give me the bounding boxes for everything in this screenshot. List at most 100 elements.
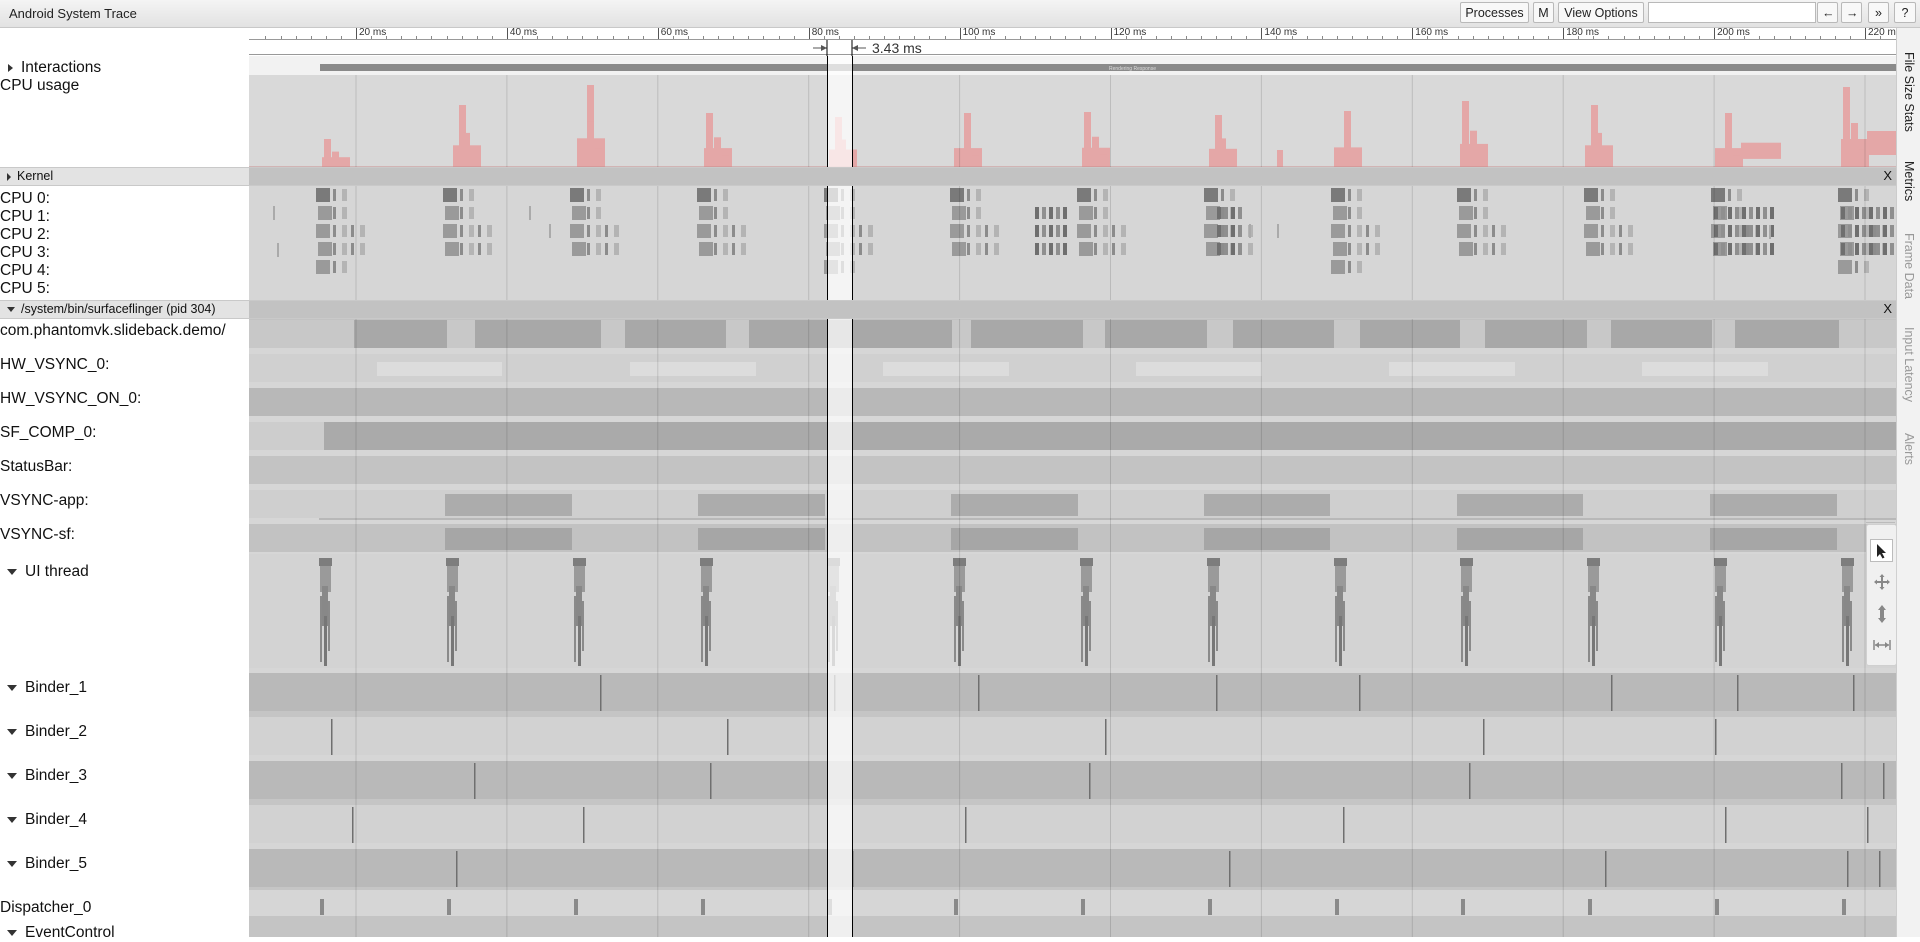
tab-frame-data[interactable]: Frame Data — [1902, 233, 1916, 299]
vsync-app-track-slice — [698, 494, 825, 516]
cpu-slice — [360, 243, 365, 255]
cpu-usage-bar — [587, 121, 594, 167]
ui-thread-header[interactable]: UI thread — [7, 563, 89, 581]
cpu-slice — [1474, 243, 1477, 255]
cpu-slice — [1890, 225, 1894, 237]
cpu-slice — [1063, 225, 1067, 237]
binder-slice — [965, 807, 967, 843]
tab-metrics[interactable]: Metrics — [1902, 161, 1916, 201]
cpu-slice — [1248, 243, 1253, 255]
cpu-slice — [1331, 188, 1345, 202]
slideback-track-gap — [601, 320, 625, 348]
cpu-slice — [1348, 225, 1351, 237]
tab-alerts[interactable]: Alerts — [1902, 433, 1916, 465]
cpu-slice — [1224, 243, 1228, 255]
ui-thread-slice — [1089, 601, 1091, 651]
cpu-slice — [1056, 225, 1060, 237]
cpu-slice — [1883, 243, 1887, 255]
track-label-vsync-sf: VSYNC-sf: — [0, 526, 75, 543]
interactions-track-header[interactable]: Interactions — [8, 59, 101, 77]
binder-slice — [978, 675, 980, 711]
event-control-header[interactable]: EventControl — [7, 924, 115, 942]
hw-vsync-track-slice — [1136, 362, 1262, 376]
view-options-button[interactable]: View Options — [1558, 2, 1644, 23]
event-control-label: EventControl — [25, 924, 115, 941]
cpu-slice — [1742, 243, 1746, 255]
slideback-track-gap — [1334, 320, 1360, 348]
cpu-slice — [333, 189, 336, 201]
ui-thread-slice — [1207, 558, 1220, 566]
ui-thread-slice — [319, 558, 332, 566]
binder-slice — [1343, 807, 1345, 843]
cpu-slice — [1855, 243, 1859, 255]
cpu-slice — [1628, 243, 1633, 255]
metadata-button[interactable]: M — [1533, 2, 1554, 23]
cpu-slice — [316, 260, 330, 274]
binder-4-header[interactable]: Binder_4 — [7, 811, 87, 829]
vsync-app-track-slice — [1204, 494, 1330, 516]
cpu-slice — [333, 243, 336, 255]
cpu-slice — [1483, 207, 1488, 219]
timeline-tracks[interactable]: Rendering Response — [249, 56, 1896, 937]
ui-thread-slice — [1596, 601, 1598, 651]
ui-thread-slice — [962, 601, 964, 651]
cpu-slice — [1077, 188, 1091, 202]
cpu-usage-bar — [1478, 152, 1485, 167]
cpu-slice — [1848, 243, 1852, 255]
cpu-slice — [1584, 188, 1598, 202]
ui-thread-slice — [1461, 596, 1463, 662]
binder-track-separator — [249, 887, 1896, 890]
kernel-close-button[interactable]: X — [1883, 168, 1892, 183]
cpu-slice — [1838, 188, 1852, 202]
cpu-usage-bar — [1867, 131, 1896, 155]
cpu-usage-bar — [324, 139, 331, 167]
timeline-canvas[interactable]: Rendering Response — [249, 56, 1896, 937]
find-all-button[interactable]: » — [1868, 2, 1889, 23]
find-input[interactable] — [1648, 2, 1816, 23]
selection-tool-icon[interactable] — [1870, 539, 1893, 562]
cpu-slice — [333, 225, 336, 237]
pan-tool-icon[interactable] — [1870, 570, 1893, 593]
kernel-group-header[interactable]: Kernel X — [0, 167, 1896, 186]
cpu-usage-bar — [972, 155, 979, 167]
binder-5-label: Binder_5 — [25, 855, 88, 872]
cpu-slice — [976, 243, 981, 255]
find-next-button[interactable]: → — [1841, 2, 1862, 23]
cpu-slice — [1619, 225, 1622, 237]
binder-track-separator — [249, 711, 1896, 714]
tab-input-latency[interactable]: Input Latency — [1902, 327, 1916, 402]
ui-thread-slice — [1587, 558, 1600, 566]
ui-thread-slice — [451, 616, 454, 666]
surfaceflinger-group-header[interactable]: /system/bin/surfaceflinger (pid 304) X — [0, 300, 1896, 319]
help-button[interactable]: ? — [1894, 2, 1916, 23]
tab-file-size-stats[interactable]: File Size Stats — [1902, 52, 1916, 132]
processes-button[interactable]: Processes — [1460, 2, 1529, 23]
cpu-slice — [443, 224, 457, 238]
vsync-sf-track-slice — [698, 528, 825, 550]
surfaceflinger-close-button[interactable]: X — [1883, 301, 1892, 316]
rendering-response-slice — [320, 64, 1896, 71]
cpu-slice — [460, 225, 463, 237]
cpu-slice — [1331, 260, 1345, 274]
cpu-slice — [1890, 243, 1894, 255]
binder-1-header[interactable]: Binder_1 — [7, 679, 87, 697]
binder-3-header[interactable]: Binder_3 — [7, 767, 87, 785]
time-ruler[interactable]: 20 ms 40 ms 60 ms 80 ms 100 ms 120 ms 140 ms 16… — [249, 27, 1901, 56]
collapse-icon — [7, 684, 17, 691]
cpu-slice — [1094, 225, 1097, 237]
ui-thread-slice — [320, 596, 322, 662]
cpu-slice — [1459, 242, 1473, 256]
dispatcher-slice — [1335, 899, 1339, 915]
cpu-slice — [1841, 207, 1845, 219]
find-prev-button[interactable]: ← — [1817, 2, 1838, 23]
cpu-slice — [859, 225, 862, 237]
zoom-tool-icon[interactable] — [1870, 602, 1893, 625]
cpu-slice — [714, 207, 717, 219]
binder-5-header[interactable]: Binder_5 — [7, 855, 87, 873]
ui-thread-slice — [1715, 596, 1717, 662]
selection-duration-label: 3.43 ms — [872, 40, 922, 56]
binder-2-header[interactable]: Binder_2 — [7, 723, 87, 741]
hw-vsync-track-slice — [1642, 362, 1768, 376]
timing-tool-icon[interactable] — [1870, 633, 1893, 656]
cpu-slice — [1601, 189, 1604, 201]
